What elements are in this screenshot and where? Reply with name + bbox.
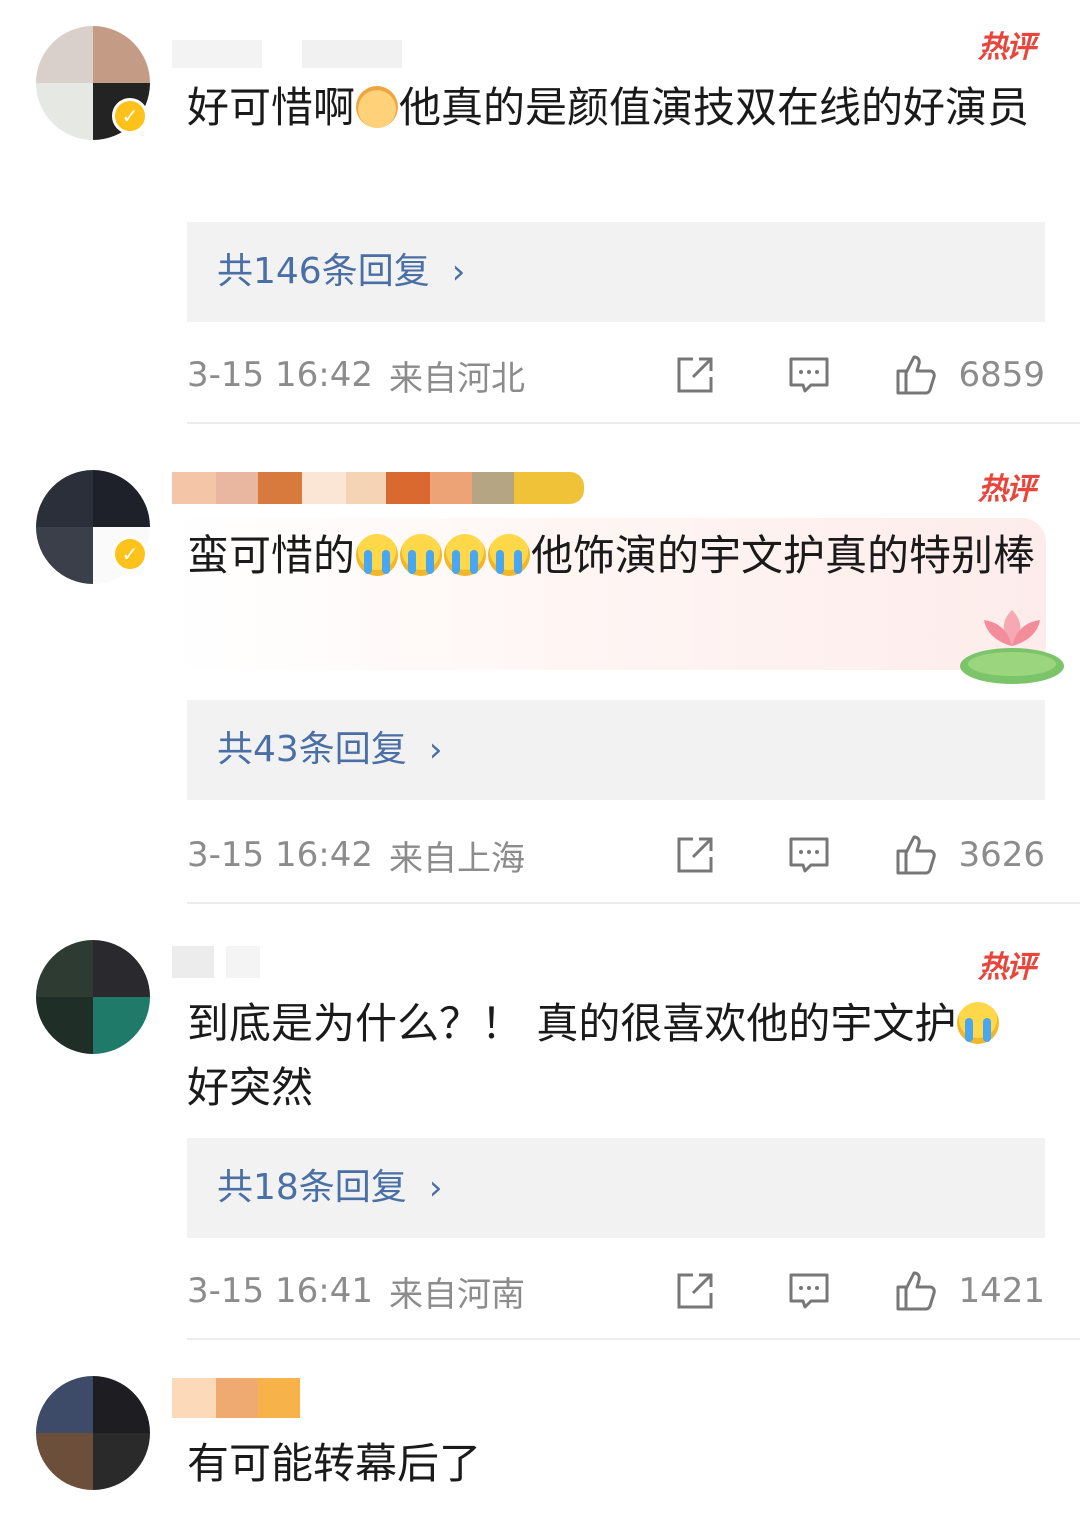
crying-face-emoji-icon xyxy=(444,534,487,576)
comment-text: 有可能转幕后了 xyxy=(187,1432,1047,1496)
thumbs-up-icon xyxy=(896,1271,937,1311)
like-button[interactable]: 1421 xyxy=(894,1269,1045,1313)
chevron-right-icon: › xyxy=(428,1168,443,1208)
comment-icon[interactable] xyxy=(787,833,831,877)
hot-comment-badge: 热评 xyxy=(978,22,1036,66)
hot-comment-badge: 热评 xyxy=(978,942,1036,986)
comment-text-part: 他饰演的宇文护真的特别棒 xyxy=(531,531,1036,580)
crying-face-emoji-icon xyxy=(356,534,399,576)
comment-text-part: 有可能转幕后了 xyxy=(187,1439,482,1488)
like-button[interactable]: 6859 xyxy=(894,353,1045,397)
chevron-right-icon: › xyxy=(428,730,443,770)
username-blurred[interactable] xyxy=(172,946,262,978)
chevron-right-icon: › xyxy=(451,252,466,292)
comment-item: ✓ 热评 蛮可惜的 他饰演的宇文护真的特别棒 共43条回复 › 3-15 16:42… xyxy=(0,424,1080,904)
comment-text-part: 到底是为什么？！ 真的很喜欢他的宇文护 xyxy=(187,999,957,1048)
avatar[interactable] xyxy=(36,940,150,1054)
replies-label: 共18条回复 xyxy=(217,1167,407,1208)
comment-meta: 3-15 16:42 来自河北 6859 xyxy=(187,350,1045,400)
crying-face-emoji-icon xyxy=(400,534,443,576)
sad-cat-emoji-icon xyxy=(356,86,399,128)
like-count: 3626 xyxy=(958,835,1045,875)
comment-text-part: 好可惜啊 xyxy=(187,83,356,132)
hot-comment-badge: 热评 xyxy=(978,464,1036,508)
share-icon[interactable] xyxy=(673,1269,717,1313)
verified-badge-icon: ✓ xyxy=(112,536,148,572)
comment-item: 有可能转幕后了 xyxy=(0,1340,1080,1516)
replies-label: 共43条回复 xyxy=(217,729,407,770)
comment-text: 蛮可惜的 他饰演的宇文护真的特别棒 xyxy=(187,524,1047,588)
crying-face-emoji-icon xyxy=(488,534,531,576)
verified-badge-icon: ✓ xyxy=(112,98,148,134)
like-button[interactable]: 3626 xyxy=(894,833,1045,877)
like-count: 6859 xyxy=(958,355,1045,395)
username-blurred[interactable] xyxy=(172,1378,302,1418)
replies-label: 共146条回复 xyxy=(217,251,430,292)
comment-icon[interactable] xyxy=(787,353,831,397)
share-icon[interactable] xyxy=(673,353,717,397)
comment-meta: 3-15 16:41 来自河南 1421 xyxy=(187,1266,1045,1316)
username-blurred[interactable] xyxy=(172,472,584,504)
view-replies-button[interactable]: 共43条回复 › xyxy=(187,700,1045,800)
share-icon[interactable] xyxy=(673,833,717,877)
thumbs-up-icon xyxy=(896,835,937,875)
comment-text: 好可惜啊 他真的是颜值演技双在线的好演员 xyxy=(187,76,1047,140)
view-replies-button[interactable]: 共146条回复 › xyxy=(187,222,1045,322)
like-count: 1421 xyxy=(958,1271,1045,1311)
username-blurred[interactable] xyxy=(172,40,402,68)
comment-text-part: 他真的是颜值演技双在线的好演员 xyxy=(399,83,1030,132)
view-replies-button[interactable]: 共18条回复 › xyxy=(187,1138,1045,1238)
comment-item: 热评 到底是为什么？！ 真的很喜欢他的宇文护 好突然 共18条回复 › 3-15 1… xyxy=(0,902,1080,1340)
comment-text-part: 蛮可惜的 xyxy=(187,531,356,580)
comment-text-part: 好突然 xyxy=(187,1063,314,1112)
comment-text: 到底是为什么？！ 真的很喜欢他的宇文护 好突然 xyxy=(187,992,1047,1120)
crying-face-emoji-icon xyxy=(957,1002,1000,1044)
comment-meta: 3-15 16:42 来自上海 3626 xyxy=(187,830,1045,880)
comment-item: ✓ 热评 好可惜啊 他真的是颜值演技双在线的好演员 共146条回复 › 3-15 1… xyxy=(0,0,1080,424)
thumbs-up-icon xyxy=(896,355,937,395)
comment-icon[interactable] xyxy=(787,1269,831,1313)
avatar[interactable] xyxy=(36,1376,150,1490)
